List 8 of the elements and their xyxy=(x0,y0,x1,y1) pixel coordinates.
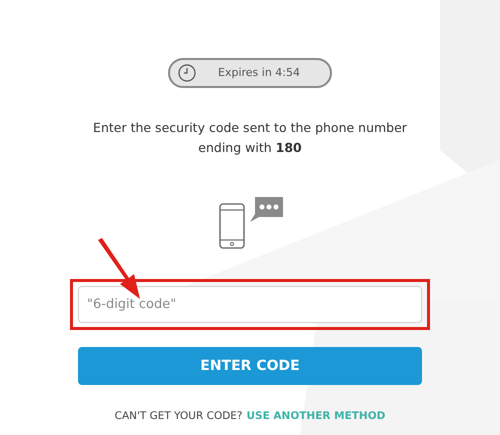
help-question: CAN'T GET YOUR CODE? xyxy=(114,409,242,424)
enter-code-button[interactable]: ENTER CODE xyxy=(78,347,422,385)
phone-message-icon xyxy=(219,196,285,250)
expiry-text: Expires in 4:54 xyxy=(218,64,300,81)
clock-icon xyxy=(178,64,196,82)
another-method-link[interactable]: USE ANOTHER METHOD xyxy=(246,409,386,425)
code-input[interactable]: "6-digit code" xyxy=(78,286,422,323)
instruction-text: Enter the security code sent to the phone number ending with 180 xyxy=(92,119,408,157)
